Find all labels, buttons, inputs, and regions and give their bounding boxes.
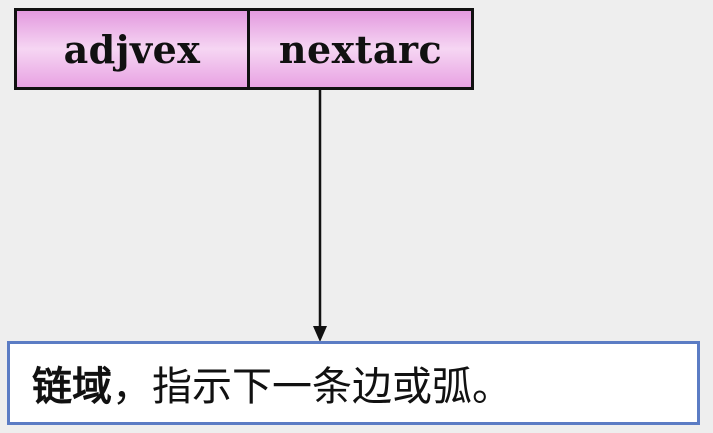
edge-node-structure: adjvex nextarc	[14, 8, 474, 90]
nextarc-field: nextarc	[278, 26, 443, 72]
link-field-description: 链域 ，指示下一条边或弧。	[7, 341, 700, 425]
arrow-head	[313, 326, 327, 342]
caption-text: ，指示下一条边或弧。	[112, 364, 512, 410]
adjvex-field: adjvex	[17, 11, 250, 87]
caption-term: 链域	[32, 364, 112, 410]
